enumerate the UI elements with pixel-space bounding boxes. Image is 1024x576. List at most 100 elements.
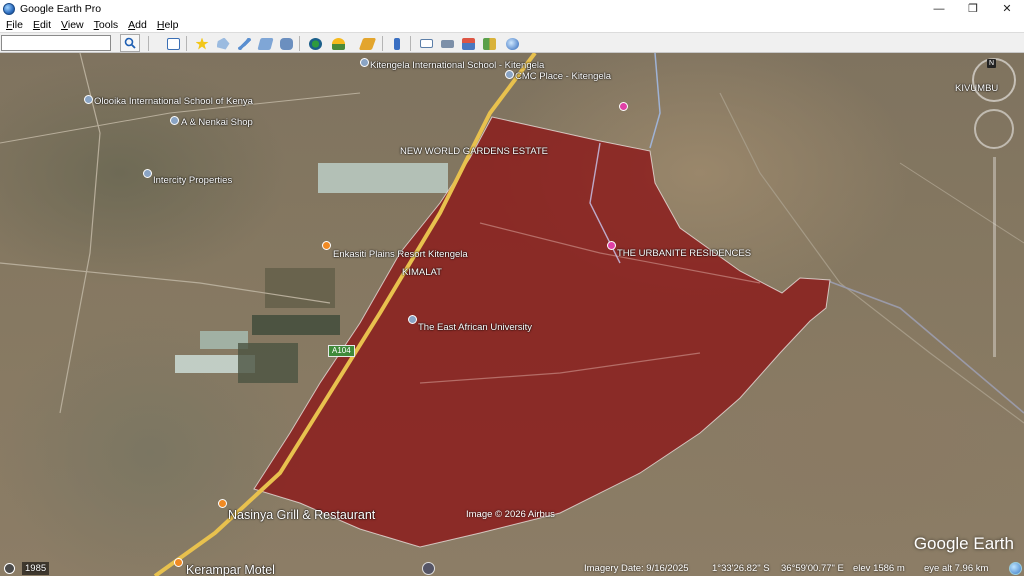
toolbar-separator	[148, 36, 149, 51]
menu-edit-label: dit	[39, 18, 52, 31]
add-path-icon	[237, 37, 251, 50]
menu-add-label: dd	[135, 18, 147, 31]
imagery-date: Imagery Date: 9/16/2025	[584, 563, 689, 574]
university-pin-icon[interactable]	[408, 315, 417, 324]
place-label-intercity-properties[interactable]: Intercity Properties	[153, 175, 232, 186]
sign-in-icon	[505, 37, 519, 50]
status-bar: 1985 Imagery Date: 9/16/2025 1°33'26.82"…	[0, 562, 1024, 576]
toolbar-separator	[410, 36, 411, 51]
boundary-line	[649, 53, 661, 149]
menu-help[interactable]: Help	[153, 19, 183, 31]
view-in-maps-button[interactable]	[480, 35, 498, 52]
menu-view[interactable]: View	[57, 19, 88, 31]
sign-in-button[interactable]	[503, 35, 521, 52]
shop-pin-icon[interactable]	[170, 116, 179, 125]
place-label-olooika-school[interactable]: Olooika International School of Kenya	[94, 96, 253, 107]
place-label-new-world-gardens[interactable]: NEW WORLD GARDENS ESTATE	[400, 146, 548, 157]
menu-view-accel: V	[61, 18, 68, 31]
minor-road	[59, 53, 101, 414]
menu-bar: File Edit View Tools Add Help	[0, 17, 1024, 32]
compass-north-icon[interactable]: N	[987, 59, 996, 68]
email-icon	[419, 39, 433, 48]
add-polygon-button[interactable]	[214, 35, 232, 52]
zoom-slider[interactable]	[993, 157, 996, 357]
place-label-urbanite-residences[interactable]: THE URBANITE RESIDENCES	[617, 248, 751, 259]
school-pin-icon[interactable]	[84, 95, 93, 104]
place-pin-icon[interactable]	[143, 169, 152, 178]
eye-altitude-readout: eye alt 7.96 km	[924, 563, 989, 574]
historical-imagery-button[interactable]	[306, 35, 324, 52]
menu-add[interactable]: Add	[124, 19, 151, 31]
print-button[interactable]	[438, 35, 456, 52]
minimize-button[interactable]: —	[922, 0, 956, 17]
map-view[interactable]: Kitengela International School - Kitenge…	[0, 53, 1024, 576]
title-bar: Google Earth Pro — ❐ ✕	[0, 0, 1024, 17]
menu-tools-label: ools	[98, 18, 119, 31]
add-placemark-button[interactable]	[193, 35, 211, 52]
window-title: Google Earth Pro	[20, 2, 102, 15]
school-pin-icon[interactable]	[360, 58, 369, 67]
place-label-enkasiti-resort[interactable]: Enkasiti Plains Resort Kitengela	[333, 249, 468, 260]
place-label-kitengela-international-school[interactable]: Kitengela International School - Kitenge…	[370, 60, 544, 71]
menu-edit[interactable]: Edit	[29, 19, 55, 31]
planets-button[interactable]	[358, 35, 376, 52]
search-button[interactable]	[120, 34, 140, 52]
menu-file[interactable]: File	[2, 19, 27, 31]
add-placemark-icon	[195, 37, 209, 50]
add-image-overlay-icon	[256, 37, 274, 50]
ruler-button[interactable]	[388, 35, 406, 52]
map-imagery	[0, 53, 1024, 576]
elevation-readout: elev 1586 m	[853, 563, 905, 574]
historical-clock-icon[interactable]	[4, 563, 15, 574]
historical-imagery-icon	[308, 37, 322, 50]
hotel-pin-icon[interactable]	[322, 241, 331, 250]
menu-edit-accel: E	[32, 18, 40, 31]
place-label-cmc-place[interactable]: CMC Place - Kitengela	[515, 71, 611, 82]
save-image-icon	[461, 37, 475, 50]
menu-help-label: elp	[164, 18, 179, 31]
greenhouse-block	[318, 163, 448, 193]
search-input[interactable]	[1, 35, 111, 51]
sunlight-button[interactable]	[329, 35, 347, 52]
add-path-button[interactable]	[235, 35, 253, 52]
road-shield-a104: A104	[328, 345, 355, 357]
sunlight-icon	[331, 37, 345, 50]
ruler-icon	[394, 37, 400, 50]
menu-view-label: iew	[67, 18, 84, 31]
place-label-nenkai-shop[interactable]: A & Nenkai Shop	[181, 117, 253, 128]
place-label-nasinya-grill[interactable]: Nasinya Grill & Restaurant	[228, 508, 375, 522]
save-image-button[interactable]	[459, 35, 477, 52]
sidebar-toggle-icon	[166, 37, 180, 50]
latitude-readout: 1°33'26.82" S	[712, 563, 770, 574]
toolbar	[0, 32, 1024, 53]
residence-pin-icon[interactable]	[607, 241, 616, 250]
print-icon	[440, 39, 454, 48]
sidebar-toggle-button[interactable]	[164, 35, 182, 52]
menu-file-label: ile	[12, 18, 23, 31]
record-tour-button[interactable]	[277, 35, 295, 52]
maximize-button[interactable]: ❐	[956, 0, 990, 17]
menu-tools[interactable]: Tools	[90, 19, 123, 31]
place-pin-icon[interactable]	[505, 70, 514, 79]
toolbar-separator	[382, 36, 383, 51]
imagery-credit: Image © 2026 Airbus	[466, 509, 555, 520]
toolbar-separator	[299, 36, 300, 51]
farm-field	[252, 315, 340, 335]
close-button[interactable]: ✕	[990, 0, 1024, 17]
residence-pin-icon[interactable]	[619, 102, 628, 111]
historical-year-badge[interactable]: 1985	[22, 562, 50, 575]
globe-icon[interactable]	[1009, 562, 1022, 575]
restaurant-pin-icon[interactable]	[218, 499, 227, 508]
toolbar-separator	[186, 36, 187, 51]
google-earth-icon	[3, 2, 15, 15]
place-label-east-african-university[interactable]: The East African University	[418, 322, 532, 333]
place-label-kimalat[interactable]: KIMALAT	[402, 267, 442, 278]
look-joystick[interactable]	[974, 109, 1014, 149]
tour-guide-icon[interactable]	[422, 562, 435, 575]
add-image-overlay-button[interactable]	[256, 35, 274, 52]
add-polygon-icon	[216, 37, 230, 50]
email-button[interactable]	[417, 35, 435, 52]
longitude-readout: 36°59'00.77" E	[781, 563, 844, 574]
view-in-maps-icon	[482, 37, 496, 50]
google-earth-watermark: Google Earth	[913, 534, 1014, 553]
